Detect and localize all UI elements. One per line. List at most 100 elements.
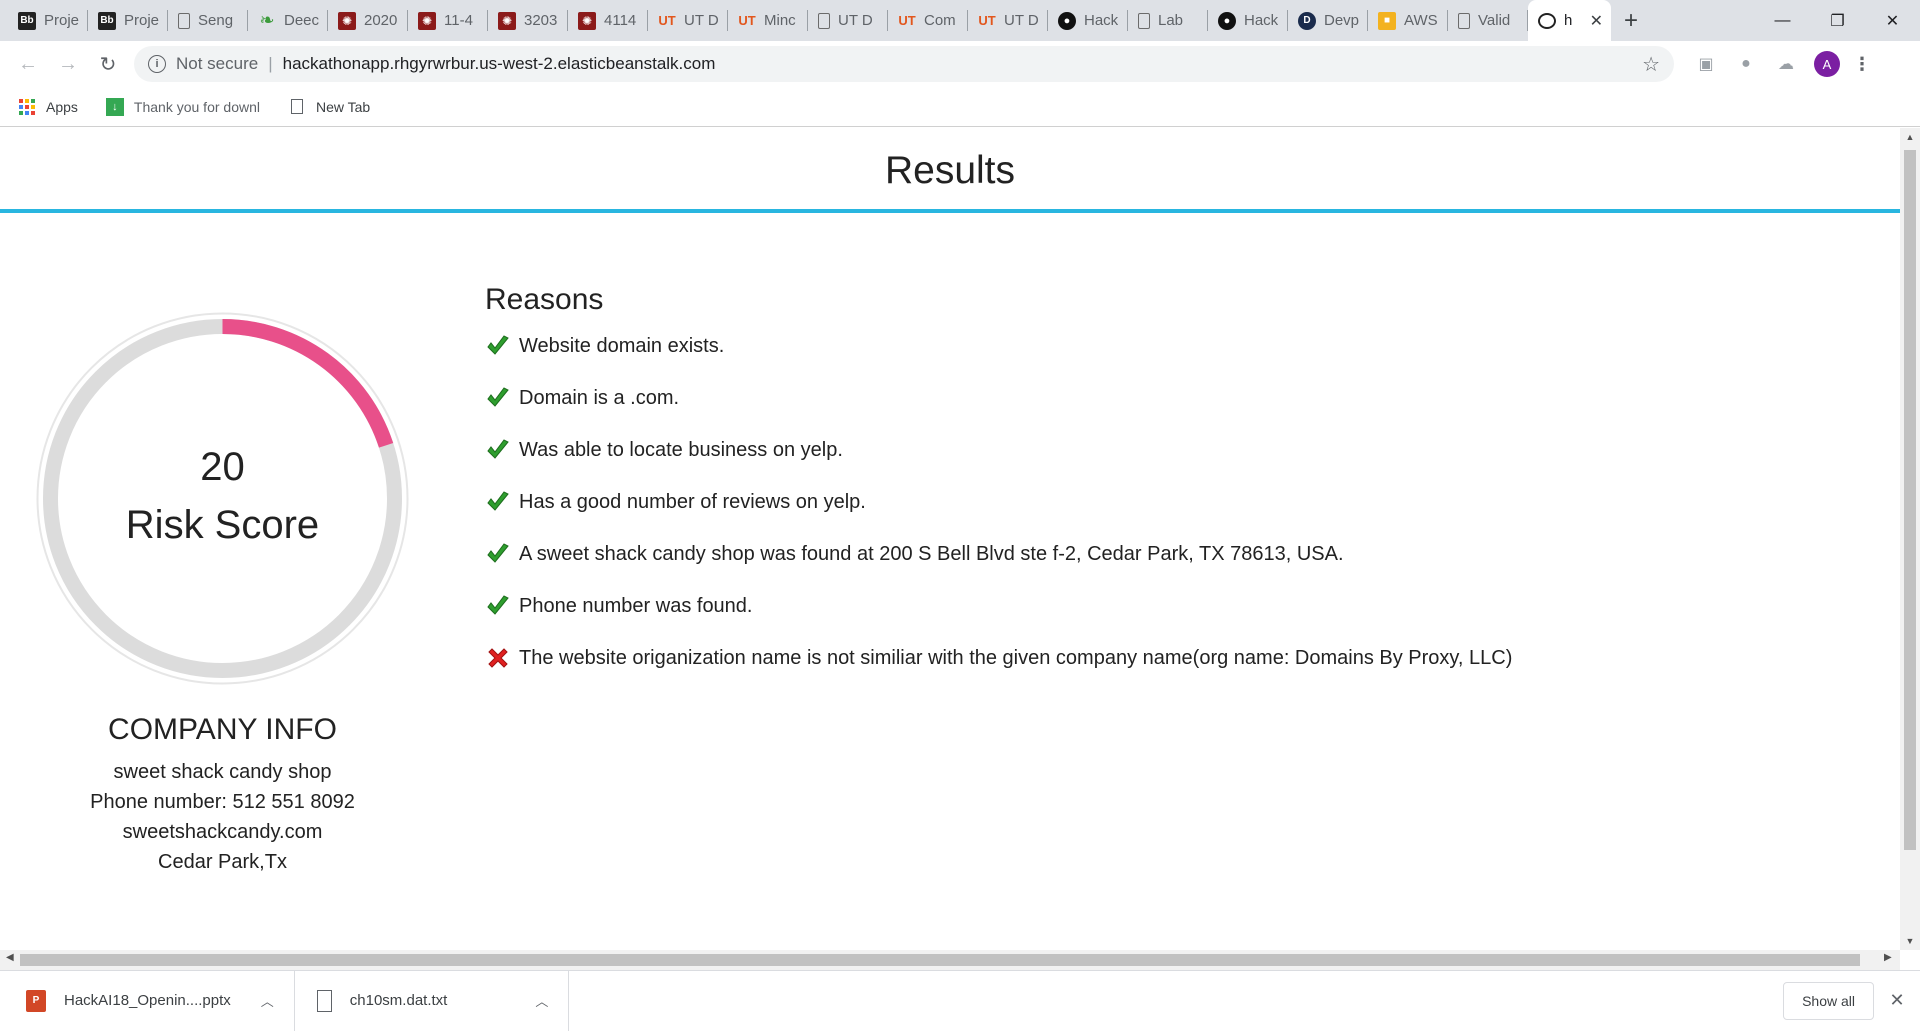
document-icon xyxy=(288,98,306,116)
page-title: Results xyxy=(884,149,1016,192)
download-filename: ch10sm.dat.txt xyxy=(349,992,448,1009)
browser-tab[interactable]: Lab xyxy=(1128,0,1208,41)
close-tab-icon[interactable]: ✕ xyxy=(1590,11,1603,31)
tab-title: Devp xyxy=(1324,12,1360,29)
vertical-scroll-thumb[interactable] xyxy=(1904,150,1916,850)
tab-title: Valid xyxy=(1478,12,1511,29)
browser-tab[interactable]: ❧ Deec xyxy=(248,0,328,41)
checkmark-icon xyxy=(485,385,511,411)
download-shelf: P HackAI18_Openin....pptx ︿ ch10sm.dat.t… xyxy=(0,970,1920,1031)
horizontal-scrollbar[interactable]: ◀ ▶ xyxy=(0,950,1900,970)
checkmark-icon xyxy=(485,541,511,567)
tab-title: UT D xyxy=(838,12,873,29)
bookmark-label: Thank you for downl xyxy=(133,98,260,115)
reasons-section: Reasons Website domain exists. Domain is … xyxy=(485,283,1865,684)
info-icon[interactable]: i xyxy=(148,55,166,73)
browser-tab[interactable]: Valid xyxy=(1448,0,1528,41)
tab-title: 11-4 xyxy=(444,12,473,29)
browser-tab[interactable]: ● Hack xyxy=(1048,0,1128,41)
checkmark-icon xyxy=(485,593,511,619)
security-label[interactable]: Not secure xyxy=(176,54,258,74)
reload-button[interactable]: ↻ xyxy=(88,44,128,84)
extension-cloud-icon[interactable]: ☁ xyxy=(1766,44,1806,84)
browser-tab[interactable]: ✺ 3203 xyxy=(488,0,568,41)
window-controls: — ❐ ✕ xyxy=(1755,0,1920,41)
reason-text: The website origanization name is not si… xyxy=(519,646,1513,669)
scroll-up-icon[interactable]: ▲ xyxy=(1900,132,1920,142)
url-text[interactable]: hackathonapp.rhgyrwrbur.us-west-2.elasti… xyxy=(283,54,716,74)
bookmark-new-tab[interactable]: New Tab xyxy=(288,98,370,116)
browser-tab[interactable]: ● Hack xyxy=(1208,0,1288,41)
chevron-up-icon[interactable]: ︿ xyxy=(261,991,274,1010)
extension-circle-icon[interactable]: ● xyxy=(1726,44,1766,84)
forward-button[interactable]: → xyxy=(48,44,88,84)
browser-tab[interactable]: Bb Proje xyxy=(88,0,168,41)
browser-tab[interactable]: Bb Proje xyxy=(8,0,88,41)
reasons-list: Website domain exists. Domain is a .com. W… xyxy=(485,320,1865,684)
bookmark-label: New Tab xyxy=(316,98,371,115)
horizontal-scroll-thumb[interactable] xyxy=(20,954,1860,966)
browser-tab[interactable]: ✺ 2020 xyxy=(328,0,408,41)
chevron-up-icon[interactable]: ︿ xyxy=(535,991,548,1010)
browser-tab[interactable]: ✺ 11-4 xyxy=(408,0,488,41)
document-icon xyxy=(818,12,830,29)
vertical-scrollbar[interactable]: ▲ ▼ xyxy=(1900,128,1920,950)
tab-title: Proje xyxy=(44,12,80,29)
scroll-down-icon[interactable]: ▼ xyxy=(1900,936,1920,946)
tab-title: Hack xyxy=(1244,12,1279,29)
tab-title: UT D xyxy=(684,12,719,29)
browser-tab[interactable]: D Devp xyxy=(1288,0,1368,41)
symbolab-icon: ✺ xyxy=(498,11,516,30)
download-item-pptx[interactable]: P HackAI18_Openin....pptx ︿ xyxy=(0,970,295,1031)
tab-title: Com xyxy=(924,12,956,29)
tab-title: AWS xyxy=(1404,12,1438,29)
browser-toolbar: ← → ↻ i Not secure | hackathonapp.rhgyrw… xyxy=(0,41,1920,87)
ut-icon: UT xyxy=(898,13,916,28)
reason-text: Was able to locate business on yelp. xyxy=(519,438,843,461)
document-icon xyxy=(1138,12,1150,29)
close-window-button[interactable]: ✕ xyxy=(1865,0,1920,41)
document-icon xyxy=(178,12,190,29)
browser-tab[interactable]: UT UT D xyxy=(968,0,1048,41)
browser-tab[interactable]: UT Com xyxy=(888,0,968,41)
browser-tab[interactable]: UT D xyxy=(808,0,888,41)
browser-tab[interactable]: ✺ 4114 xyxy=(568,0,648,41)
results-header: Results xyxy=(0,128,1900,213)
aws-icon: ■ xyxy=(1378,11,1396,30)
pdf-extension-icon[interactable]: ▣ xyxy=(1686,44,1726,84)
tab-title: Proje xyxy=(124,12,160,29)
menu-kebab-icon[interactable]: ⋮ xyxy=(1852,54,1872,75)
new-tab-button[interactable]: + xyxy=(1611,0,1651,41)
download-item-txt[interactable]: ch10sm.dat.txt ︿ xyxy=(295,970,570,1031)
bookmarks-bar: Apps ↓ Thank you for downl New Tab xyxy=(0,87,1920,127)
page-viewport: Results 20 Risk Score COMPANY INFO sweet… xyxy=(0,128,1900,950)
symbolab-icon: ✺ xyxy=(338,11,356,30)
bookmark-star-icon[interactable]: ☆ xyxy=(1642,52,1660,77)
bookmark-thank-you[interactable]: ↓ Thank you for downl xyxy=(105,97,260,116)
browser-tab-active[interactable]: h ✕ xyxy=(1528,0,1611,41)
close-shelf-icon[interactable]: ✕ xyxy=(1874,990,1920,1011)
scroll-left-icon[interactable]: ◀ xyxy=(6,952,14,963)
powerpoint-icon: P xyxy=(26,989,46,1012)
tab-title: 4114 xyxy=(604,12,637,29)
browser-tab[interactable]: ■ AWS xyxy=(1368,0,1448,41)
company-name: sweet shack candy shop xyxy=(113,761,332,783)
browser-tab[interactable]: UT UT D xyxy=(648,0,728,41)
back-button[interactable]: ← xyxy=(8,44,48,84)
restore-button[interactable]: ❐ xyxy=(1810,0,1865,41)
browser-tab[interactable]: Seng xyxy=(168,0,248,41)
blackboard-icon: Bb xyxy=(18,11,36,30)
minimize-button[interactable]: — xyxy=(1755,0,1810,41)
profile-avatar[interactable]: A xyxy=(1814,51,1840,77)
address-separator: | xyxy=(268,54,273,73)
blackboard-icon: Bb xyxy=(98,11,116,30)
tab-title: Hack xyxy=(1084,12,1119,29)
browser-tab[interactable]: UT Minc xyxy=(728,0,808,41)
bookmark-apps[interactable]: Apps xyxy=(18,98,78,116)
address-bar[interactable]: i Not secure | hackathonapp.rhgyrwrbur.u… xyxy=(134,46,1674,82)
devpost-icon: D xyxy=(1298,11,1316,30)
show-all-button[interactable]: Show all xyxy=(1783,981,1874,1020)
scroll-right-icon[interactable]: ▶ xyxy=(1884,952,1892,963)
checkmark-icon xyxy=(485,489,511,515)
text-file-icon xyxy=(316,989,332,1012)
